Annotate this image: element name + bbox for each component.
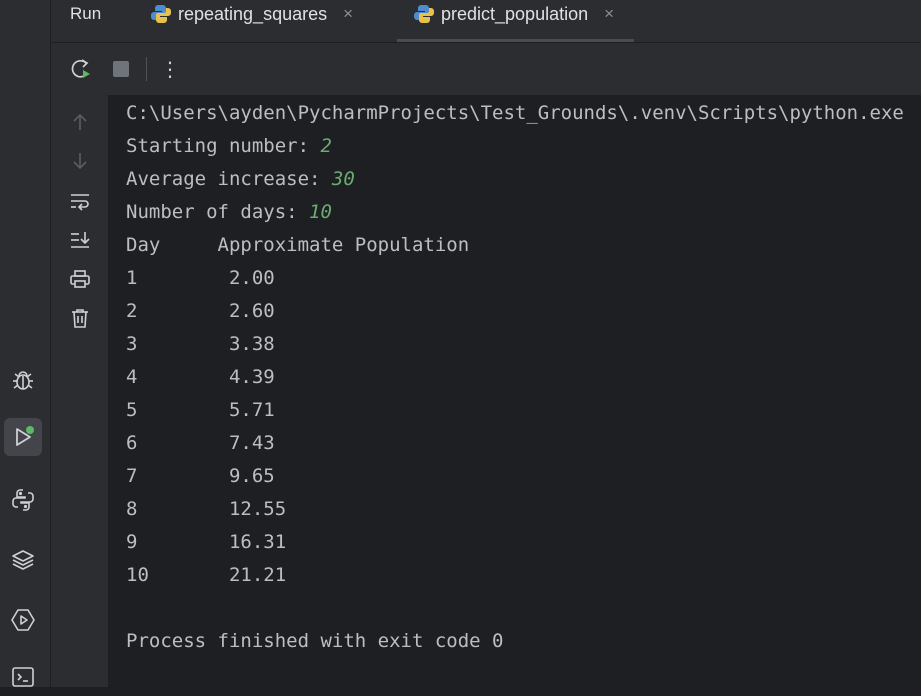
tool-window-strip (0, 0, 51, 687)
python-file-icon (413, 3, 435, 30)
command-line: C:\Users\ayden\PycharmProjects\Test_Grou… (126, 102, 904, 124)
prompt-line: Average increase: 30 (126, 163, 355, 196)
run-icon[interactable] (4, 418, 42, 456)
stop-button[interactable] (108, 56, 134, 82)
rerun-button[interactable] (68, 56, 94, 82)
table-row: 3 3.38 (126, 333, 275, 355)
python-file-icon (150, 3, 172, 30)
run-toolbar: ⋮ (51, 43, 921, 95)
table-row: 8 12.55 (126, 498, 287, 520)
user-input-value: 30 (331, 168, 355, 190)
running-indicator-dot (26, 426, 34, 434)
prompt-line: Number of days: 10 (126, 196, 332, 229)
table-row: 6 7.43 (126, 432, 275, 454)
table-row: 10 21.21 (126, 564, 287, 586)
run-panel-title: Run (70, 4, 102, 23)
table-row: 7 9.65 (126, 465, 275, 487)
tab-label: predict_population (441, 4, 589, 24)
table-row: 4 4.39 (126, 366, 275, 388)
prompt-line: Starting number: 2 (126, 130, 332, 163)
process-finished-message: Process finished with exit code 0 (126, 630, 504, 652)
console-actions (51, 95, 108, 687)
clear-all-icon[interactable] (67, 305, 93, 331)
python-console-icon[interactable] (4, 481, 42, 519)
print-icon[interactable] (67, 266, 93, 292)
table-header: Day Approximate Population (126, 234, 470, 256)
scroll-up-icon[interactable] (67, 109, 93, 135)
run-tab-bar: Run repeating_squares × predict_populati… (51, 0, 921, 43)
table-row: 5 5.71 (126, 399, 275, 421)
prompt-label: Average increase: (126, 168, 332, 190)
table-row: 9 16.31 (126, 531, 287, 553)
console-output[interactable]: C:\Users\ayden\PycharmProjects\Test_Grou… (108, 95, 921, 687)
close-tab-icon[interactable]: × (343, 0, 353, 28)
services-icon[interactable] (4, 601, 42, 639)
scroll-down-icon[interactable] (67, 148, 93, 174)
scroll-to-end-icon[interactable] (67, 227, 93, 253)
table-row: 1 2.00 (126, 267, 275, 289)
user-input-value: 2 (320, 135, 332, 157)
tab-label: repeating_squares (178, 4, 328, 24)
more-options-icon[interactable]: ⋮ (157, 56, 183, 82)
tab-repeating-squares[interactable]: repeating_squares × (150, 0, 353, 42)
debug-icon[interactable] (4, 361, 42, 399)
user-input-value: 10 (309, 201, 332, 223)
terminal-icon[interactable] (4, 658, 42, 696)
prompt-label: Number of days: (126, 201, 310, 223)
python-packages-icon[interactable] (4, 541, 42, 579)
toolbar-separator (146, 57, 147, 81)
prompt-label: Starting number: (126, 135, 321, 157)
table-row: 2 2.60 (126, 300, 275, 322)
tab-predict-population[interactable]: predict_population × (396, 0, 635, 42)
soft-wrap-icon[interactable] (67, 188, 93, 214)
close-tab-icon[interactable]: × (604, 0, 614, 28)
